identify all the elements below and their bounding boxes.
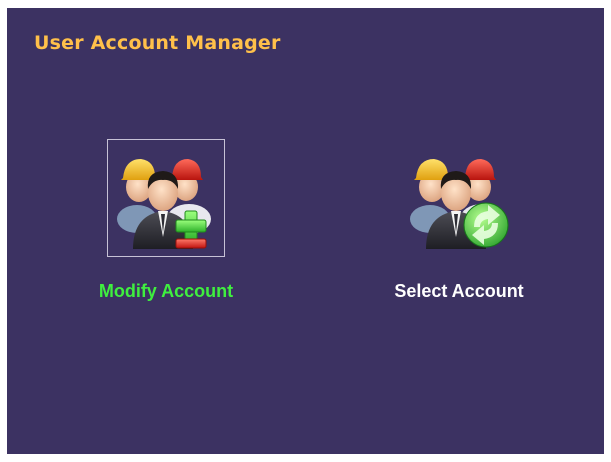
modify-account-label: Modify Account <box>98 281 234 301</box>
account-manager-panel: User Account Manager Modify Account Sele… <box>7 8 604 454</box>
page-title: User Account Manager <box>34 32 281 54</box>
select-account-label: Select Account <box>394 281 524 301</box>
users-add-remove-icon <box>117 159 211 249</box>
users-refresh-icon <box>410 159 509 249</box>
